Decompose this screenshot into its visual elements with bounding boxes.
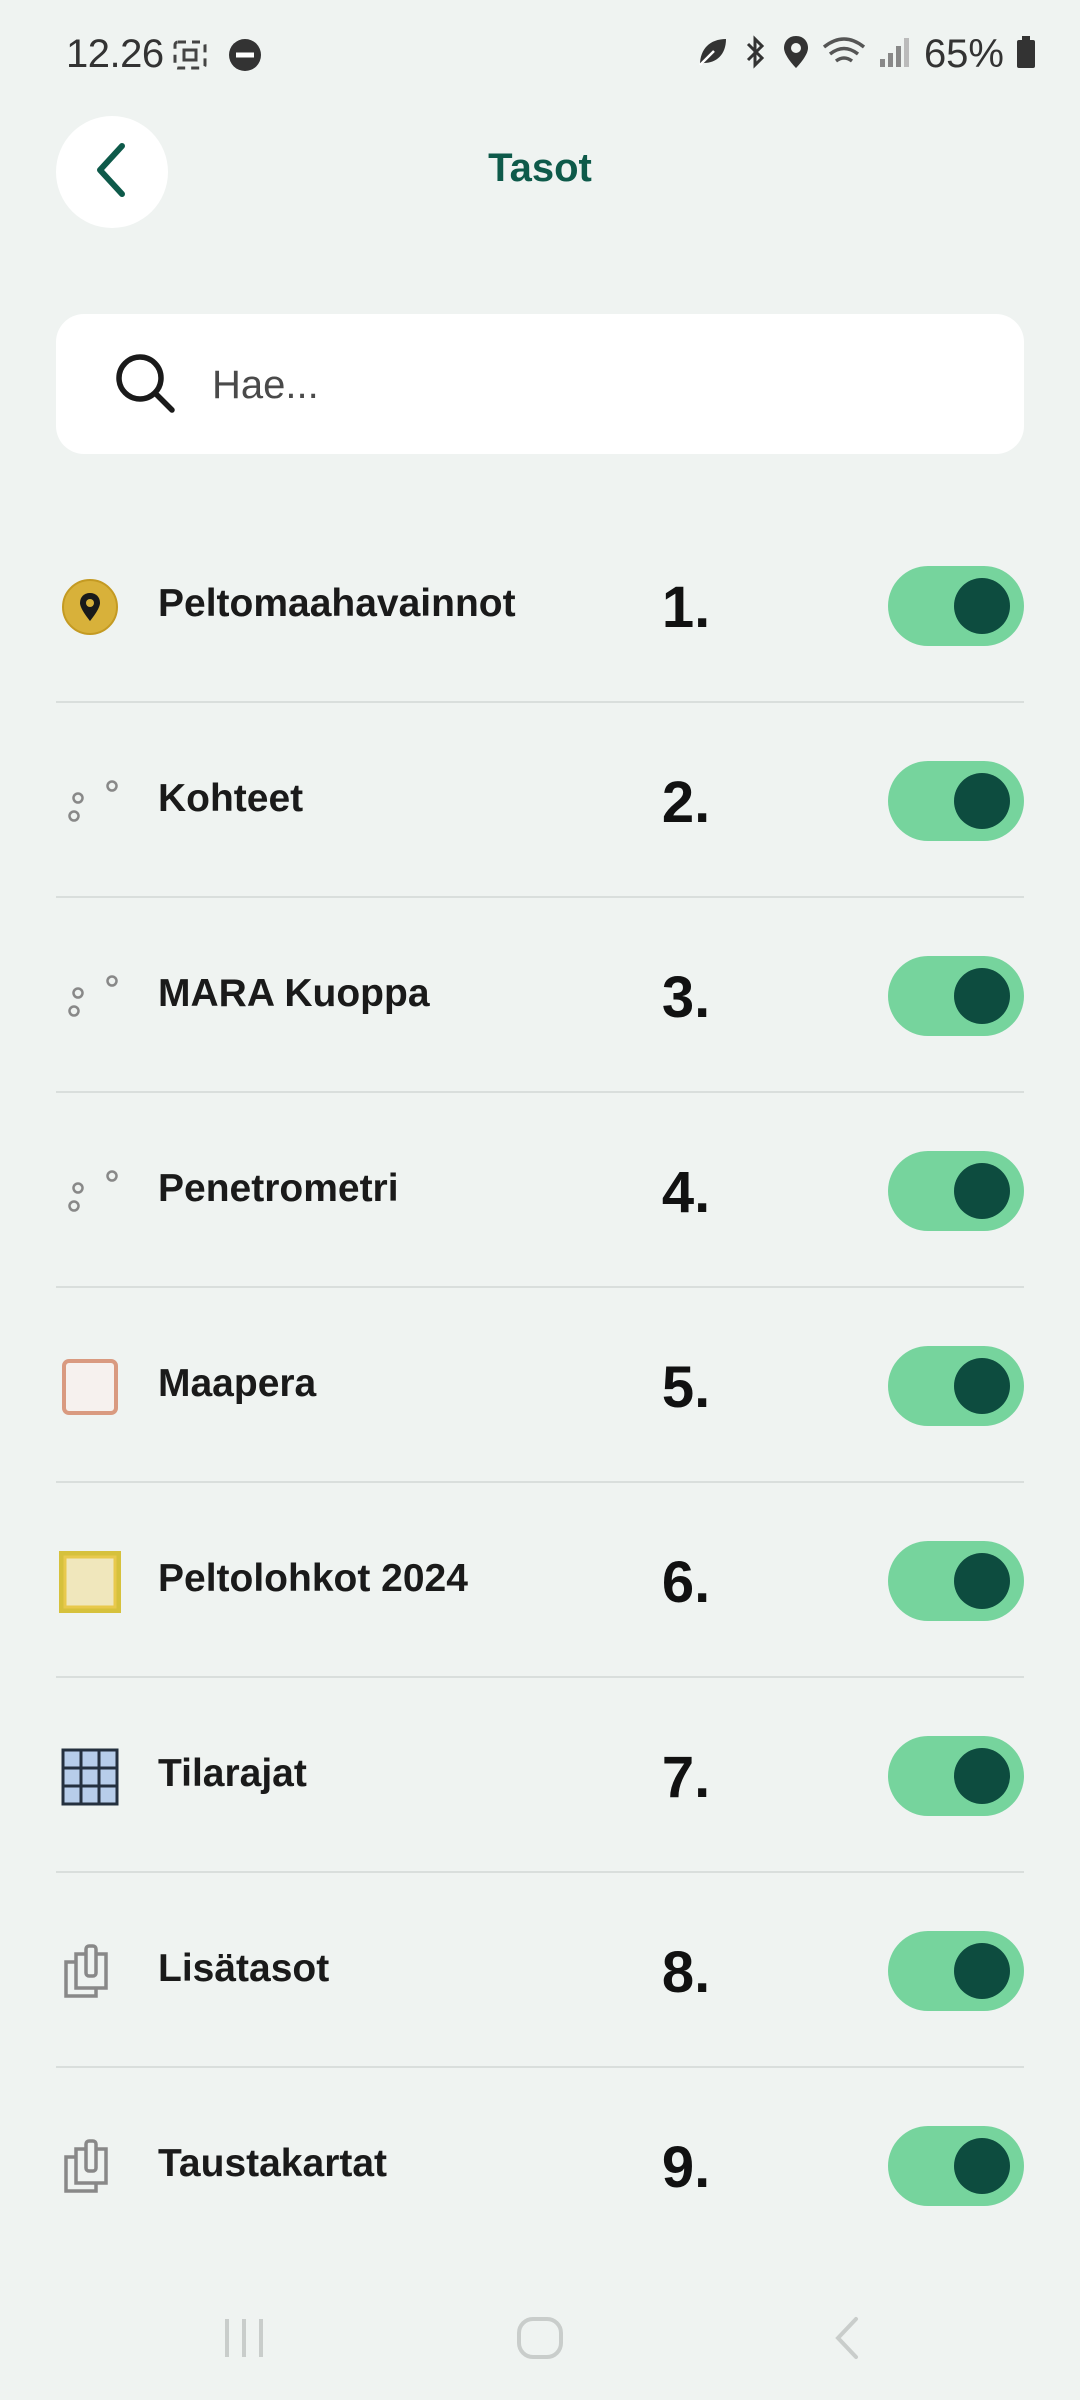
- layer-number: 8.: [661, 1940, 711, 2005]
- layer-number: 4.: [661, 1160, 711, 1225]
- layer-toggle-penetrometri[interactable]: [888, 1151, 1024, 1231]
- battery-icon: [1016, 35, 1036, 74]
- layer-number: 2.: [661, 770, 711, 835]
- layer-toggle-peltomaahavainnot[interactable]: [888, 566, 1024, 646]
- layer-toggle-peltolohkot-2024[interactable]: [888, 1541, 1024, 1621]
- layer-label: Lisätasot: [158, 1947, 330, 1990]
- layers-icon: [56, 2138, 124, 2196]
- layer-row-maapera: Maapera 5.: [56, 1288, 1024, 1483]
- layer-toggle-taustakartat[interactable]: [888, 2126, 1024, 2206]
- do-not-disturb-icon: [228, 38, 262, 77]
- point-layer-icon: [56, 968, 124, 1026]
- layer-label: Maapera: [158, 1362, 317, 1405]
- layer-toggle-maapera[interactable]: [888, 1346, 1024, 1426]
- layers-icon: [56, 1943, 124, 2001]
- toggle-knob: [954, 1748, 1010, 1804]
- location-pin-icon: [56, 578, 124, 636]
- toggle-knob: [954, 1163, 1010, 1219]
- layer-label: Kohteet: [158, 777, 304, 820]
- screenshot-icon: [172, 39, 208, 76]
- status-time: 12.26: [66, 32, 164, 76]
- wifi-icon: [822, 35, 866, 74]
- layer-label: Tilarajat: [158, 1752, 307, 1795]
- recent-apps-button[interactable]: [204, 2300, 284, 2380]
- home-button[interactable]: [500, 2300, 580, 2380]
- bluetooth-icon: [740, 34, 770, 75]
- search-icon: [114, 352, 178, 421]
- leaf-icon: [696, 35, 728, 74]
- point-layer-icon: [56, 1163, 124, 1221]
- back-arrow-icon: [828, 2313, 868, 2368]
- layer-row-lisatasot: Lisätasot 8.: [56, 1873, 1024, 2068]
- toggle-knob: [954, 578, 1010, 634]
- layer-number: 5.: [661, 1355, 711, 1420]
- layer-row-kohteet: Kohteet 2.: [56, 703, 1024, 898]
- toggle-knob: [954, 968, 1010, 1024]
- layer-label: Peltomaahavainnot: [158, 582, 516, 625]
- toggle-knob: [954, 773, 1010, 829]
- layer-row-peltomaahavainnot: Peltomaahavainnot 1.: [56, 508, 1024, 703]
- page-title: Tasot: [488, 146, 592, 190]
- system-back-button[interactable]: [808, 2300, 888, 2380]
- layer-row-taustakartat: Taustakartat 9.: [56, 2068, 1024, 2261]
- toggle-knob: [954, 1943, 1010, 1999]
- layer-number: 6.: [661, 1550, 711, 1615]
- layer-toggle-mara-kuoppa[interactable]: [888, 956, 1024, 1036]
- grid-icon: [56, 1748, 124, 1806]
- layer-label: MARA Kuoppa: [158, 972, 430, 1015]
- battery-percentage: 65%: [923, 32, 1004, 76]
- layer-label: Taustakartat: [158, 2142, 388, 2185]
- search-bar[interactable]: [56, 314, 1024, 454]
- system-nav-bar: [0, 2280, 1080, 2400]
- search-input[interactable]: [210, 354, 974, 416]
- layer-toggle-kohteet[interactable]: [888, 761, 1024, 841]
- layer-row-peltolohkot-2024: Peltolohkot 2024 6.: [56, 1483, 1024, 1678]
- layer-label: Peltolohkot 2024: [158, 1557, 468, 1600]
- home-icon: [515, 2313, 565, 2368]
- layer-row-mara-kuoppa: MARA Kuoppa 3.: [56, 898, 1024, 1093]
- layer-row-penetrometri: Penetrometri 4.: [56, 1093, 1024, 1288]
- layer-number: 1.: [661, 575, 711, 640]
- layer-row-tilarajat: Tilarajat 7.: [56, 1678, 1024, 1873]
- toggle-knob: [954, 2138, 1010, 2194]
- location-icon: [782, 34, 810, 75]
- toggle-knob: [954, 1358, 1010, 1414]
- status-bar: 12.26 65%: [0, 0, 1080, 116]
- polygon-fill-icon: [56, 1551, 124, 1613]
- point-layer-icon: [56, 773, 124, 831]
- polygon-outline-icon: [56, 1358, 124, 1416]
- layer-number: 9.: [661, 2135, 711, 2200]
- signal-icon: [878, 35, 912, 74]
- layer-list: Peltomaahavainnot 1. Kohteet 2. MARA Kuo…: [56, 508, 1024, 2261]
- layer-number: 7.: [661, 1745, 711, 1810]
- recent-apps-icon: [219, 2315, 269, 2366]
- layer-toggle-lisatasot[interactable]: [888, 1931, 1024, 2011]
- layer-number: 3.: [661, 965, 711, 1030]
- layer-label: Penetrometri: [158, 1167, 399, 1210]
- layer-toggle-tilarajat[interactable]: [888, 1736, 1024, 1816]
- toggle-knob: [954, 1553, 1010, 1609]
